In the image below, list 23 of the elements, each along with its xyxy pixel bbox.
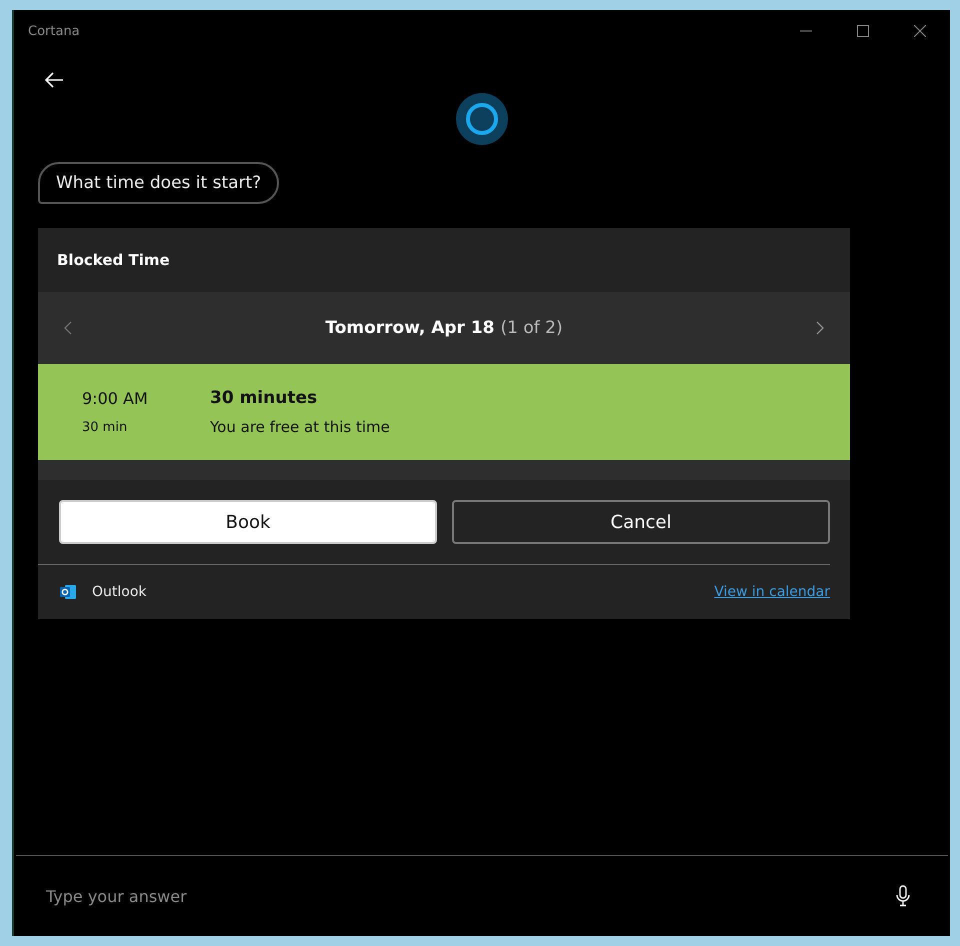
previous-icon[interactable] — [64, 321, 72, 335]
window-title: Cortana — [28, 24, 80, 38]
next-icon[interactable] — [816, 321, 824, 335]
date-heading: Tomorrow, Apr 18 — [325, 318, 495, 338]
source-label: Outlook — [92, 584, 148, 600]
ring-logo-icon — [455, 92, 509, 146]
maximize-icon[interactable] — [857, 25, 869, 37]
minimize-icon[interactable] — [800, 30, 812, 32]
microphone-icon[interactable] — [896, 885, 910, 907]
card-title: Blocked Time — [57, 251, 170, 269]
close-icon[interactable] — [914, 25, 926, 37]
slot-title: 30 minutes — [210, 388, 318, 408]
book-button[interactable]: Book — [59, 500, 437, 544]
query-bubble: What time does it start? — [38, 162, 280, 204]
slot-time: 9:00 AM — [82, 389, 149, 408]
back-arrow-icon[interactable] — [44, 72, 64, 88]
mail-app-icon — [60, 584, 76, 600]
slot-status: You are free at this time — [210, 418, 390, 436]
cancel-button[interactable]: Cancel — [452, 500, 830, 544]
answer-field[interactable]: Type your answer — [44, 886, 896, 906]
page-counter: (1 of 2) — [500, 318, 563, 338]
calendar-link[interactable]: View in calendar — [714, 584, 830, 600]
slot-length: 30 min — [82, 420, 128, 435]
